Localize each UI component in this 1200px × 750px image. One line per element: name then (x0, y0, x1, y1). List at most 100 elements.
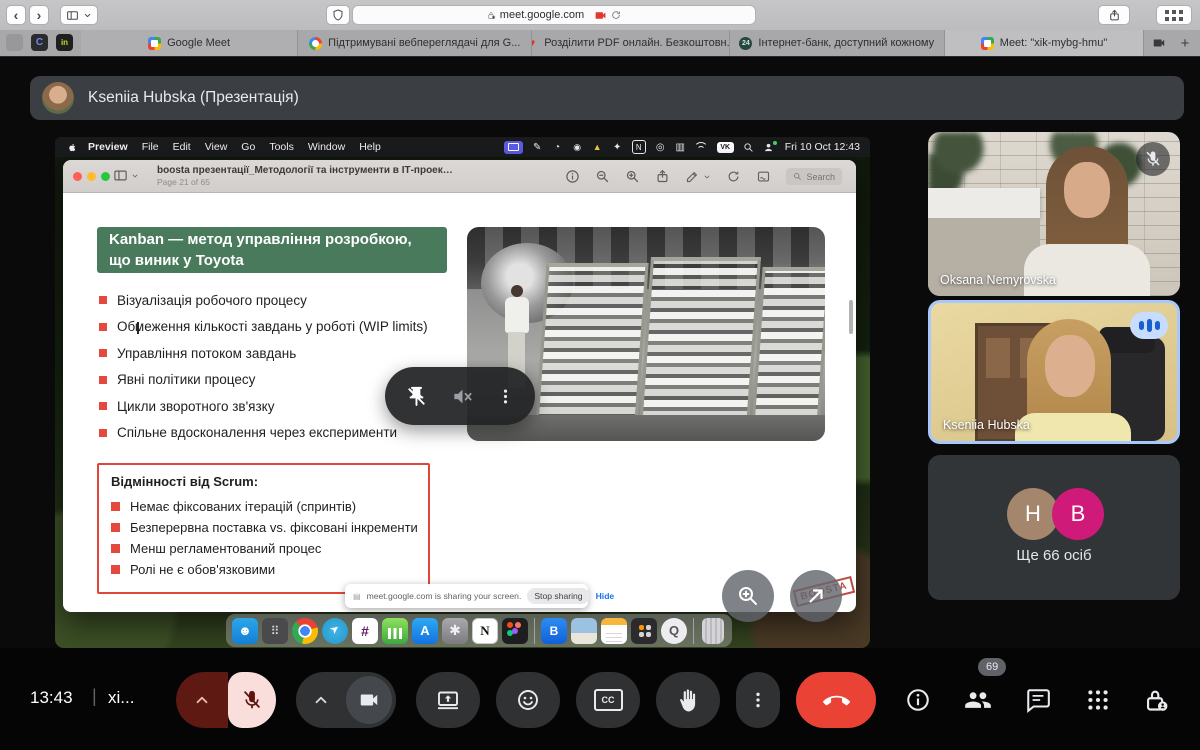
quicktime-dock-icon[interactable] (661, 618, 687, 644)
tab-label: Інтернет-банк, доступний кожному (758, 37, 934, 49)
clock-time: 13:43 (30, 688, 73, 708)
pinned-tab-2[interactable]: C (31, 34, 48, 51)
sidebar-toggle-button[interactable] (60, 5, 98, 25)
address-bar[interactable]: meet.google.com (352, 5, 756, 25)
tab-supported-browsers[interactable]: Підтримувані вебпереглядачі для G... (298, 30, 532, 56)
launchpad-dock-icon[interactable] (262, 618, 288, 644)
close-window-icon[interactable] (73, 172, 82, 181)
notion-dock-icon[interactable] (472, 618, 498, 644)
preview-title-bar[interactable]: boosta презентації_Методології та інстру… (63, 160, 856, 193)
participant-tile-kseniia[interactable]: Kseniia Hubska (928, 300, 1180, 444)
rotate-icon[interactable] (726, 169, 741, 184)
audio-muted-icon[interactable] (451, 385, 474, 408)
reactions-button[interactable] (496, 672, 560, 728)
browser-back-button[interactable]: ‹ (6, 5, 26, 25)
appstore-dock-icon[interactable] (412, 618, 438, 644)
privacy-shield-button[interactable] (326, 5, 350, 25)
markup-button[interactable] (685, 169, 711, 184)
leave-call-button[interactable] (796, 672, 876, 728)
shared-screen[interactable]: Preview File Edit View Go Tools Window H… (55, 137, 870, 648)
preview-search-field[interactable]: Search (786, 168, 842, 185)
magnify-button[interactable] (722, 570, 774, 622)
tab-meet-active[interactable]: Meet: "xik-mybg-hmu" (945, 30, 1144, 56)
tab-overview-button[interactable] (1156, 5, 1192, 25)
record-icon[interactable] (655, 139, 666, 155)
unpin-icon[interactable] (405, 385, 428, 408)
vk-badge[interactable]: VK (717, 142, 734, 153)
telegram-dock-icon[interactable] (322, 618, 348, 644)
notes-dock-icon[interactable] (601, 618, 627, 644)
tab-google-meet[interactable]: Google Meet (81, 30, 298, 56)
hide-banner-link[interactable]: Hide (596, 591, 615, 601)
preview-dock-icon[interactable] (571, 618, 597, 644)
keyboard-icon[interactable] (675, 139, 686, 155)
figma-dock-icon[interactable] (502, 618, 528, 644)
browser-mini-icon: ▤ (353, 592, 361, 601)
pinned-tab-3[interactable]: in (56, 34, 73, 51)
battery-alert-icon[interactable] (592, 139, 603, 155)
menu-view[interactable]: View (205, 141, 228, 153)
settings-dock-icon[interactable] (442, 618, 468, 644)
account-icon[interactable] (763, 139, 774, 155)
reload-icon[interactable] (611, 10, 621, 20)
menu-tools[interactable]: Tools (269, 141, 294, 153)
spotlight-icon[interactable] (743, 142, 754, 153)
zoom-out-icon[interactable] (595, 169, 610, 184)
stop-sharing-button[interactable]: Stop sharing (527, 588, 589, 604)
menu-app-name[interactable]: Preview (88, 141, 128, 153)
zoom-window-icon[interactable] (101, 172, 110, 181)
expand-arrow-icon (804, 584, 828, 608)
trash-dock-icon[interactable] (702, 618, 724, 644)
expand-button[interactable] (790, 570, 842, 622)
screen-mirroring-icon[interactable] (504, 141, 523, 154)
more-options-icon[interactable] (496, 387, 515, 406)
menu-window[interactable]: Window (308, 141, 345, 153)
tab-split-pdf[interactable]: ♥ Розділити PDF онлайн. Безкоштовн... (532, 30, 729, 56)
preview-sidebar-button[interactable] (113, 168, 139, 183)
camera-toggle-button[interactable] (346, 676, 392, 724)
info-icon[interactable] (565, 169, 580, 184)
tab-internet-bank[interactable]: 24 Інтернет-банк, доступний кожному (730, 30, 945, 56)
camera-options-chevron[interactable] (296, 672, 346, 728)
chat-button[interactable] (1022, 684, 1054, 716)
menu-file[interactable]: File (142, 141, 159, 153)
new-tab-button[interactable]: + (1170, 30, 1200, 56)
chevron-up-icon (312, 691, 330, 709)
pinned-tab-1[interactable] (6, 34, 23, 51)
zoom-in-icon[interactable] (625, 169, 640, 184)
mic-options-chevron[interactable] (176, 672, 228, 728)
slack-dock-icon[interactable] (352, 618, 378, 644)
ink-icon[interactable] (532, 139, 543, 155)
share-button[interactable] (1098, 5, 1130, 25)
timer-icon[interactable] (552, 139, 563, 155)
bluetooth-dock-icon[interactable] (541, 618, 567, 644)
shortcuts-icon[interactable] (612, 139, 623, 155)
participants-button[interactable] (962, 684, 994, 716)
signature-icon[interactable] (756, 169, 771, 184)
wifi-icon[interactable] (695, 142, 708, 152)
more-options-button[interactable] (736, 672, 780, 728)
menu-edit[interactable]: Edit (173, 141, 191, 153)
participant-tile-oksana[interactable]: Oksana Nemyrovska (928, 132, 1180, 296)
browser-tab-bar: C in Google Meet Підтримувані вебперегля… (0, 30, 1200, 57)
captions-button[interactable]: CC (576, 672, 640, 728)
finder-dock-icon[interactable] (232, 618, 258, 644)
scrollbar-thumb[interactable] (849, 300, 853, 334)
chrome-dock-icon[interactable] (292, 618, 318, 644)
present-screen-button[interactable] (416, 672, 480, 728)
location-icon[interactable] (572, 139, 583, 155)
menu-help[interactable]: Help (359, 141, 381, 153)
menu-go[interactable]: Go (241, 141, 255, 153)
more-participants-tile[interactable]: H B Ще 66 осіб (928, 455, 1180, 600)
numbers-dock-icon[interactable] (382, 618, 408, 644)
calculator-dock-icon[interactable] (631, 618, 657, 644)
mic-mute-button[interactable] (228, 672, 276, 728)
share-icon[interactable] (655, 169, 670, 184)
notion-status-icon[interactable] (632, 140, 646, 154)
activities-button[interactable] (1082, 684, 1114, 716)
raise-hand-button[interactable] (656, 672, 720, 728)
browser-forward-button[interactable]: › (29, 5, 49, 25)
meeting-details-button[interactable] (902, 684, 934, 716)
host-controls-button[interactable] (1140, 684, 1172, 716)
minimize-window-icon[interactable] (87, 172, 96, 181)
